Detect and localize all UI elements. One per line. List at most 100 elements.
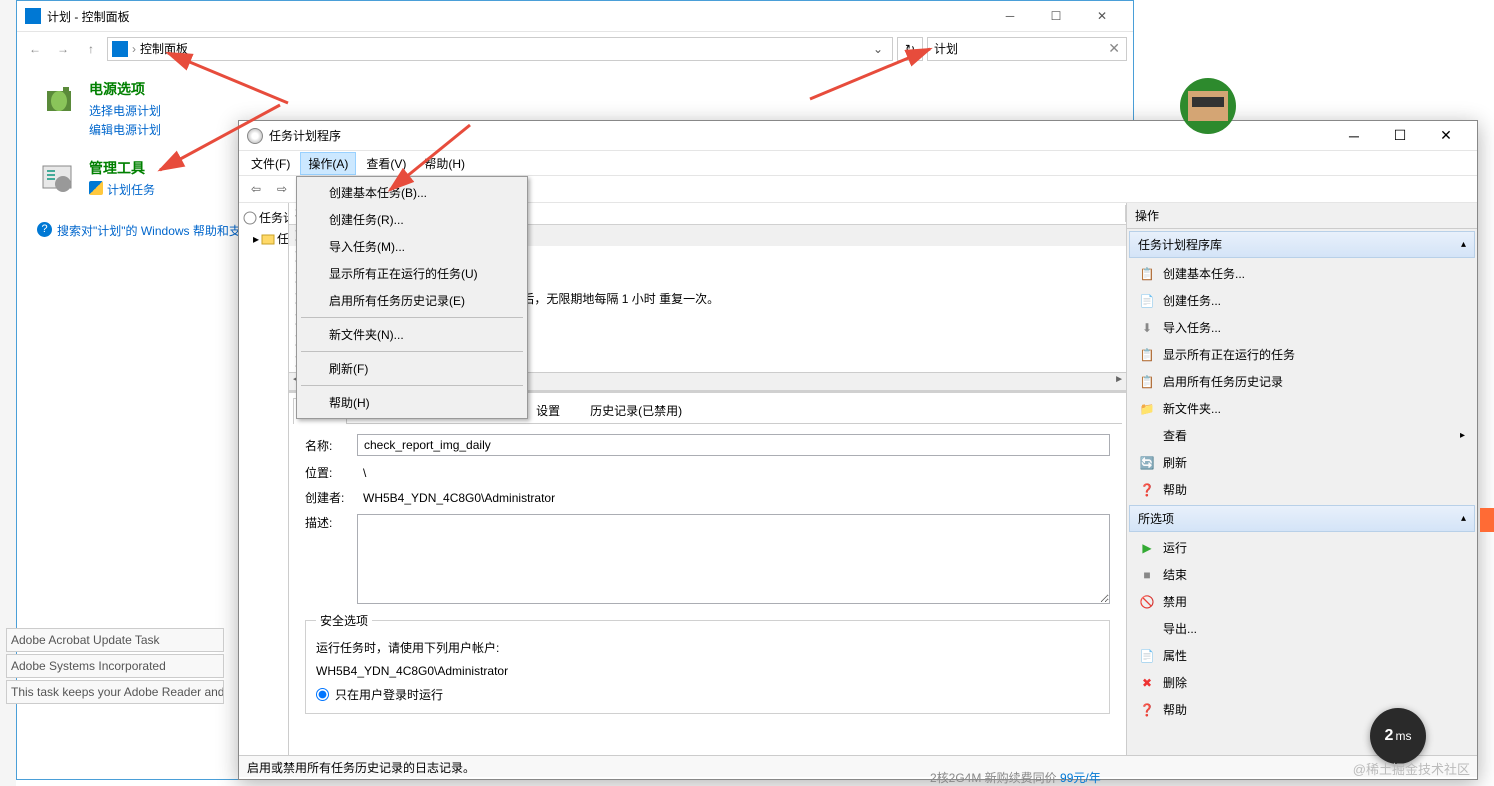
action-item[interactable]: 导出... — [1127, 615, 1477, 642]
action-icon: ✖ — [1139, 675, 1155, 691]
tab-4[interactable]: 设置 — [521, 397, 575, 423]
security-text: 运行任务时，请使用下列用户帐户: — [316, 639, 1099, 656]
side-tab[interactable] — [1480, 508, 1494, 532]
action-item[interactable]: 📄创建任务... — [1127, 287, 1477, 314]
dropdown-separator — [301, 385, 523, 386]
action-label: 删除 — [1163, 674, 1187, 691]
radio-logged-in[interactable] — [316, 688, 329, 701]
clock-icon — [247, 128, 263, 144]
desc-textarea[interactable] — [357, 514, 1110, 604]
action-item[interactable]: 📄属性 — [1127, 642, 1477, 669]
collapse-icon[interactable]: ▴ — [1461, 239, 1466, 250]
cp-titlebar: 计划 - 控制面板 ─ ☐ ✕ — [17, 1, 1133, 31]
action-icon: 🚫 — [1139, 594, 1155, 610]
action-item[interactable]: 🚫禁用 — [1127, 588, 1477, 615]
action-item[interactable]: 📋显示所有正在运行的任务 — [1127, 341, 1477, 368]
actions-section-selected[interactable]: 所选项 ▴ — [1129, 505, 1475, 532]
status-bar: 启用或禁用所有任务历史记录的日志记录。 — [239, 755, 1477, 777]
action-item[interactable]: 📋 创建基本任务... — [1127, 260, 1477, 287]
actions-title: 操作 — [1127, 203, 1477, 229]
desc-label: 描述: — [305, 514, 357, 531]
dropdown-item[interactable]: 新文件夹(N)... — [299, 321, 525, 348]
action-item[interactable]: ■结束 — [1127, 561, 1477, 588]
dropdown-item[interactable]: 显示所有正在运行的任务(U) — [299, 260, 525, 287]
name-input[interactable] — [357, 434, 1110, 456]
name-label: 名称: — [305, 437, 357, 454]
refresh-button[interactable]: ↻ — [897, 37, 923, 61]
clear-search-icon[interactable]: ✕ — [1108, 40, 1120, 57]
ts-menubar: 文件(F) 操作(A) 查看(V) 帮助(H) — [239, 151, 1477, 175]
breadcrumb[interactable]: 控制面板 — [140, 40, 188, 57]
forward-button[interactable]: → — [51, 37, 75, 61]
power-link-1[interactable]: 编辑电源计划 — [89, 121, 161, 138]
action-icon: 📁 — [1139, 401, 1155, 417]
address-bar[interactable]: › 控制面板 ⌄ — [107, 37, 893, 61]
menu-help[interactable]: 帮助(H) — [416, 152, 473, 175]
action-label: 运行 — [1163, 539, 1187, 556]
action-icon — [1139, 428, 1155, 444]
action-item[interactable]: ❓帮助 — [1127, 696, 1477, 723]
action-icon: ■ — [1139, 567, 1155, 583]
action-icon: 📋 — [1139, 374, 1155, 390]
action-item[interactable]: 🔄刷新 — [1127, 449, 1477, 476]
action-label: 导出... — [1163, 620, 1197, 637]
up-button[interactable]: ↑ — [79, 37, 103, 61]
action-item[interactable]: ▶运行 — [1127, 534, 1477, 561]
expand-icon[interactable]: ▸ — [253, 232, 259, 246]
ts-minimize-button[interactable]: ─ — [1331, 121, 1377, 151]
security-legend: 安全选项 — [316, 612, 372, 629]
ts-tree[interactable]: 任务计 ▸ 任 — [239, 203, 289, 755]
clock-icon — [243, 211, 257, 225]
action-icon: 📋 — [1139, 266, 1155, 282]
menu-file[interactable]: 文件(F) — [243, 152, 298, 175]
action-label: 创建基本任务... — [1163, 265, 1245, 282]
action-label: 导入任务... — [1163, 319, 1221, 336]
dropdown-item[interactable]: 刷新(F) — [299, 355, 525, 382]
ts-maximize-button[interactable]: ☐ — [1377, 121, 1423, 151]
minimize-button[interactable]: ─ — [987, 1, 1033, 31]
maximize-button[interactable]: ☐ — [1033, 1, 1079, 31]
tb-back-icon[interactable]: ⇦ — [245, 178, 267, 200]
watermark: @稀土掘金技术社区 — [1353, 759, 1470, 778]
creator-value: WH5B4_YDN_4C8G0\Administrator — [357, 491, 1110, 505]
tb-forward-icon[interactable]: ⇨ — [271, 178, 293, 200]
action-item[interactable]: 📋启用所有任务历史记录 — [1127, 368, 1477, 395]
menu-view[interactable]: 查看(V) — [358, 152, 414, 175]
admin-link-0[interactable]: 计划任务 — [89, 181, 155, 198]
battery-icon — [37, 79, 77, 119]
dropdown-separator — [301, 317, 523, 318]
power-link-0[interactable]: 选择电源计划 — [89, 102, 161, 119]
action-item[interactable]: ✖ 删除 — [1127, 669, 1477, 696]
search-box[interactable]: ✕ — [927, 37, 1127, 61]
actions-section-lib[interactable]: 任务计划程序库 ▴ — [1129, 231, 1475, 258]
tree-child[interactable]: ▸ 任 — [243, 228, 284, 249]
close-button[interactable]: ✕ — [1079, 1, 1125, 31]
radio-label: 只在用户登录时运行 — [335, 686, 443, 703]
dropdown-item[interactable]: 创建基本任务(B)... — [299, 179, 525, 206]
back-button[interactable]: ← — [23, 37, 47, 61]
ts-close-button[interactable]: ✕ — [1423, 121, 1469, 151]
action-item[interactable]: ⬇导入任务... — [1127, 314, 1477, 341]
menu-action[interactable]: 操作(A) — [300, 152, 356, 175]
dropdown-item[interactable]: 创建任务(R)... — [299, 206, 525, 233]
tab-5[interactable]: 历史记录(已禁用) — [575, 397, 697, 423]
admin-title[interactable]: 管理工具 — [89, 158, 155, 178]
collapse-icon[interactable]: ▴ — [1461, 513, 1466, 524]
action-label: 刷新 — [1163, 454, 1187, 471]
action-item[interactable]: 查看▸ — [1127, 422, 1477, 449]
action-item[interactable]: 📁新文件夹... — [1127, 395, 1477, 422]
timer-badge: 2 ms — [1370, 708, 1426, 764]
action-icon: 📋 — [1139, 347, 1155, 363]
ts-title: 任务计划程序 — [269, 127, 1331, 144]
dropdown-item[interactable]: 导入任务(M)... — [299, 233, 525, 260]
dropdown-item[interactable]: 帮助(H) — [299, 389, 525, 416]
tree-root[interactable]: 任务计 — [243, 207, 284, 228]
action-label: 查看 — [1163, 427, 1187, 444]
action-item[interactable]: ❓帮助 — [1127, 476, 1477, 503]
search-input[interactable] — [934, 42, 1108, 56]
dropdown-item[interactable]: 启用所有任务历史记录(E) — [299, 287, 525, 314]
action-icon: ❓ — [1139, 482, 1155, 498]
promo: 2核2G4M 新购续费同价 99元/年 — [930, 769, 1101, 786]
power-title[interactable]: 电源选项 — [89, 79, 161, 99]
addr-dropdown-icon[interactable]: ⌄ — [868, 42, 888, 56]
